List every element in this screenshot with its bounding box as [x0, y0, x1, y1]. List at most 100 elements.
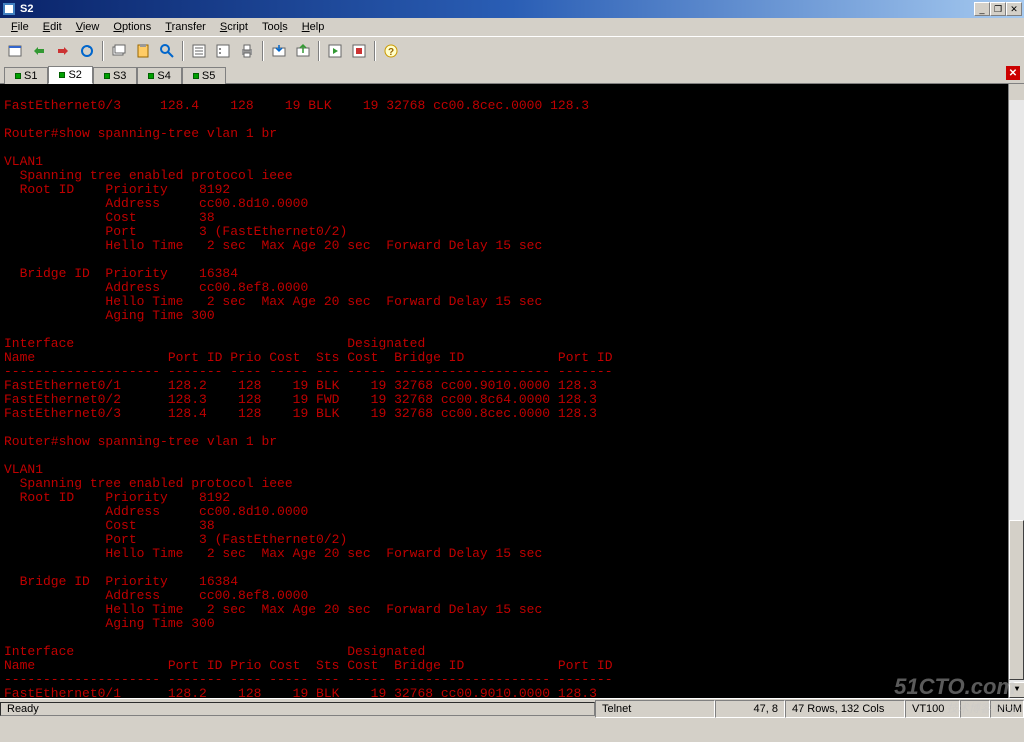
terminal-line: FastEthernet0/1 128.2 128 19 BLK 19 3276… [4, 686, 597, 698]
menu-options[interactable]: Options [106, 20, 158, 34]
menu-file[interactable]: File [4, 20, 36, 34]
terminal-line: Root ID Priority 8192 [4, 490, 230, 505]
ymodem-icon[interactable] [292, 40, 314, 62]
connect-icon[interactable] [28, 40, 50, 62]
maximize-button[interactable]: ❐ [990, 2, 1006, 16]
terminal-line: Cost 38 [4, 518, 215, 533]
terminal-line: FastEthernet0/1 128.2 128 19 BLK 19 3276… [4, 378, 597, 393]
status-num: NUM [990, 700, 1024, 718]
terminal-line: Address cc00.8d10.0000 [4, 504, 308, 519]
scroll-thumb[interactable] [1009, 520, 1024, 680]
status-ready: Ready [0, 702, 595, 716]
menu-view[interactable]: View [69, 20, 107, 34]
toolbar-separator [182, 41, 184, 61]
terminal-line: Bridge ID Priority 16384 [4, 266, 238, 281]
status-dot-icon [104, 73, 110, 79]
close-button[interactable]: ✕ [1006, 2, 1022, 16]
status-dot-icon [59, 72, 65, 78]
statusbar: Ready Telnet 47, 8 47 Rows, 132 Cols VT1… [0, 698, 1024, 718]
terminal-line: Hello Time 2 sec Max Age 20 sec Forward … [4, 238, 542, 253]
terminal-line: Name Port ID Prio Cost Sts Cost Bridge I… [4, 350, 613, 365]
status-size: 47 Rows, 132 Cols [785, 700, 905, 718]
titlebar: S2 _ ❐ ✕ [0, 0, 1024, 18]
tab-label: S3 [113, 70, 126, 82]
reconnect-icon[interactable] [76, 40, 98, 62]
terminal-line: -------------------- ------- ---- ----- … [4, 364, 613, 379]
terminal-line: Interface Designated [4, 644, 425, 659]
terminal-line: VLAN1 [4, 462, 43, 477]
toolbar-separator [262, 41, 264, 61]
scrollbar[interactable]: ▲ ▼ [1008, 84, 1024, 698]
toolbar: ? [0, 36, 1024, 64]
terminal-line: Hello Time 2 sec Max Age 20 sec Forward … [4, 294, 542, 309]
xmodem-icon[interactable] [268, 40, 290, 62]
tab-s3[interactable]: S3 [93, 67, 137, 84]
help-icon[interactable]: ? [380, 40, 402, 62]
terminal-line: Bridge ID Priority 16384 [4, 574, 238, 589]
toolbar-separator [374, 41, 376, 61]
terminal-line: FastEthernet0/2 128.3 128 19 FWD 19 3276… [4, 392, 597, 407]
tab-s4[interactable]: S4 [137, 67, 181, 84]
menubar: File Edit View Options Transfer Script T… [0, 18, 1024, 36]
terminal-line: Address cc00.8ef8.0000 [4, 280, 308, 295]
terminal-line: Root ID Priority 8192 [4, 182, 230, 197]
status-cursor: 47, 8 [715, 700, 785, 718]
scroll-track[interactable] [1009, 100, 1024, 682]
terminal-line: VLAN1 [4, 154, 43, 169]
tabbar: S1 S2 S3 S4 S5 ✕ [0, 64, 1024, 84]
status-connection: Telnet [595, 700, 715, 718]
terminal-line: Hello Time 2 sec Max Age 20 sec Forward … [4, 546, 542, 561]
status-dot-icon [148, 73, 154, 79]
menu-tools[interactable]: Tools [255, 20, 295, 34]
terminal-line: Cost 38 [4, 210, 215, 225]
print-icon[interactable] [236, 40, 258, 62]
minimize-button[interactable]: _ [974, 2, 990, 16]
properties-icon[interactable] [188, 40, 210, 62]
status-dot-icon [15, 73, 21, 79]
tab-label: S4 [157, 70, 170, 82]
window-title: S2 [20, 3, 974, 15]
terminal-line: Spanning tree enabled protocol ieee [4, 168, 293, 183]
terminal-line: -------------------- ------- ---- ----- … [4, 672, 613, 687]
status-terminal-type: VT100 [905, 700, 960, 718]
menu-help[interactable]: Help [295, 20, 332, 34]
tab-label: S2 [68, 69, 81, 81]
new-session-icon[interactable] [4, 40, 26, 62]
tab-s2[interactable]: S2 [48, 66, 92, 84]
menu-script[interactable]: Script [213, 20, 255, 34]
script-run-icon[interactable] [324, 40, 346, 62]
svg-text:?: ? [388, 47, 394, 58]
options-icon[interactable] [212, 40, 234, 62]
status-dot-icon [193, 73, 199, 79]
app-icon [2, 2, 16, 16]
terminal-line: Aging Time 300 [4, 308, 215, 323]
tab-s5[interactable]: S5 [182, 67, 226, 84]
tab-close-button[interactable]: ✕ [1006, 66, 1020, 80]
script-stop-icon[interactable] [348, 40, 370, 62]
terminal-line: Address cc00.8d10.0000 [4, 196, 308, 211]
menu-edit[interactable]: Edit [36, 20, 69, 34]
terminal-line: Port 3 (FastEthernet0/2) [4, 224, 347, 239]
terminal-line: Interface Designated [4, 336, 425, 351]
toolbar-separator [318, 41, 320, 61]
scroll-down-icon[interactable]: ▼ [1009, 682, 1024, 698]
terminal-line: Hello Time 2 sec Max Age 20 sec Forward … [4, 602, 542, 617]
paste-icon[interactable] [132, 40, 154, 62]
disconnect-icon[interactable] [52, 40, 74, 62]
toolbar-separator [102, 41, 104, 61]
terminal-line: Aging Time 300 [4, 616, 215, 631]
terminal-line: Address cc00.8ef8.0000 [4, 588, 308, 603]
terminal-line: Name Port ID Prio Cost Sts Cost Bridge I… [4, 658, 613, 673]
status-caps [960, 700, 990, 718]
find-icon[interactable] [156, 40, 178, 62]
terminal-line: Router#show spanning-tree vlan 1 br [4, 126, 277, 141]
tab-new-icon[interactable] [108, 40, 130, 62]
window-controls: _ ❐ ✕ [974, 2, 1022, 16]
terminal[interactable]: FastEthernet0/3 128.4 128 19 BLK 19 3276… [0, 84, 1024, 698]
tab-label: S1 [24, 70, 37, 82]
terminal-line: Spanning tree enabled protocol ieee [4, 476, 293, 491]
tab-s1[interactable]: S1 [4, 67, 48, 84]
terminal-line: FastEthernet0/3 128.4 128 19 BLK 19 3276… [4, 98, 589, 113]
terminal-line: Router#show spanning-tree vlan 1 br [4, 434, 277, 449]
menu-transfer[interactable]: Transfer [158, 20, 213, 34]
